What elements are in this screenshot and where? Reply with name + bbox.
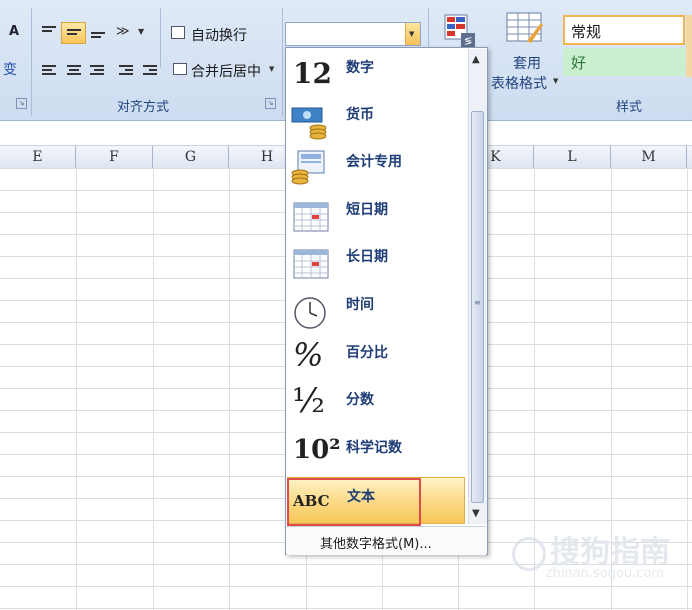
chevron-down-icon: ▼	[269, 65, 275, 73]
align-bottom-button[interactable]	[86, 22, 110, 44]
svg-text:≶: ≶	[464, 36, 472, 47]
chevron-down-icon: ▼	[409, 30, 415, 38]
more-number-formats-link[interactable]: 其他数字格式(M)...	[287, 526, 486, 555]
calendar-icon	[293, 202, 329, 232]
align-right-button[interactable]	[85, 58, 109, 80]
calendar-icon	[293, 249, 329, 279]
increase-indent-icon	[143, 65, 157, 75]
format-item-label: 长日期	[346, 249, 388, 265]
format-item-label: 时间	[346, 297, 374, 313]
format-item-label: 科学记数	[346, 440, 402, 456]
format-as-table-button[interactable]: 套用 表格格式 ▼	[490, 10, 560, 92]
align-top-button[interactable]	[37, 22, 61, 44]
orientation-icon: ≫	[116, 24, 130, 39]
format-item-scientific[interactable]: 10² 科学记数	[287, 429, 465, 476]
style-good-tile[interactable]: 好	[563, 48, 685, 76]
column-header-f[interactable]: F	[76, 146, 153, 168]
format-item-label: 百分比	[346, 345, 388, 361]
scientific-icon: 10²	[293, 435, 341, 465]
text-orientation-button[interactable]: 变	[0, 58, 30, 80]
align-center-button[interactable]	[61, 58, 85, 80]
highlight-box	[287, 478, 421, 526]
align-left-button[interactable]	[37, 58, 61, 80]
format-item-fraction[interactable]: ½ 分数	[287, 381, 465, 428]
merge-center-label: 合并后居中	[191, 64, 261, 80]
accounting-icon	[291, 150, 325, 185]
align-middle-icon	[67, 29, 81, 39]
format-item-number[interactable]: 12 数字	[287, 49, 465, 96]
chevron-down-icon: ▼	[138, 27, 145, 36]
format-item-label: 数字	[346, 60, 374, 76]
grip-icon: ≡	[474, 298, 481, 307]
format-item-time[interactable]: 时间	[287, 286, 465, 333]
format-item-label: 分数	[346, 392, 374, 408]
merge-center-icon	[173, 63, 187, 75]
align-middle-button[interactable]	[61, 22, 86, 44]
orientation-button[interactable]: ≫ ▼	[112, 22, 148, 44]
conditional-format-button[interactable]: ≶	[438, 10, 480, 50]
scroll-up-arrow-icon[interactable]: ▲	[472, 54, 480, 65]
style-normal-tile[interactable]: 常规	[563, 15, 685, 45]
format-item-currency[interactable]: 货币	[287, 96, 465, 143]
format-item-label: 货币	[346, 107, 374, 123]
dropdown-arrow-button[interactable]: ▼	[405, 23, 420, 45]
column-header-g[interactable]: G	[153, 146, 229, 168]
decrease-indent-icon	[119, 65, 133, 75]
percent-icon: %	[293, 336, 324, 374]
align-top-icon	[42, 26, 56, 36]
align-right-icon	[90, 65, 104, 75]
scrollbar-thumb[interactable]: ≡	[471, 111, 484, 503]
format-item-short-date[interactable]: 短日期	[287, 191, 465, 238]
chevron-down-icon: ▼	[553, 77, 559, 85]
sogou-logo-icon	[512, 536, 546, 571]
font-size-increase-label: A	[9, 24, 20, 39]
align-left-icon	[42, 65, 56, 75]
format-item-label: 会计专用	[346, 154, 402, 170]
wrap-text-icon	[171, 26, 185, 39]
grid-row-line	[0, 586, 692, 587]
merge-center-button[interactable]: 合并后居中 ▼	[168, 58, 278, 80]
number-format-combobox[interactable]: ▼	[285, 22, 421, 46]
font-dialog-launcher-icon[interactable]: ↘	[16, 98, 27, 109]
increase-indent-button[interactable]	[138, 58, 162, 80]
column-header-l[interactable]: L	[534, 146, 611, 168]
format-item-accounting[interactable]: 会计专用	[287, 143, 465, 190]
orientation-label: 变	[3, 62, 17, 78]
format-as-table-label-1: 套用	[513, 56, 541, 72]
scroll-down-arrow-icon[interactable]: ▼	[472, 508, 480, 519]
watermark-url: zhinan.sogou.com	[545, 566, 664, 581]
style-good-label: 好	[571, 54, 587, 72]
wrap-text-label: 自动换行	[191, 28, 247, 44]
format-as-table-label-2: 表格格式	[491, 76, 547, 92]
styles-group-label: 样式	[616, 100, 643, 115]
clock-icon	[294, 297, 326, 329]
column-header-e[interactable]: E	[0, 146, 76, 168]
font-size-increase-button[interactable]: A	[2, 22, 28, 44]
format-as-table-icon	[506, 12, 543, 43]
format-item-percentage[interactable]: % 百分比	[287, 334, 465, 381]
alignment-dialog-launcher-icon[interactable]: ↘	[265, 98, 276, 109]
decrease-indent-button[interactable]	[114, 58, 138, 80]
alignment-group-label: 对齐方式	[117, 100, 170, 115]
currency-icon	[291, 107, 327, 140]
wrap-text-button[interactable]: 自动换行	[168, 22, 252, 44]
column-header-m[interactable]: M	[611, 146, 687, 168]
conditional-format-icon: ≶	[444, 14, 475, 47]
more-number-formats-label: 其他数字格式(M)...	[320, 537, 432, 552]
dropdown-scrollbar[interactable]: ▲ ≡ ▼	[468, 49, 487, 524]
format-item-label: 短日期	[346, 202, 388, 218]
fraction-icon: ½	[292, 381, 325, 421]
watermark-brand: 搜狗指南	[512, 527, 670, 571]
number-12-icon: 12	[293, 57, 332, 90]
align-center-icon	[67, 65, 81, 75]
style-normal-label: 常规	[571, 23, 602, 41]
format-item-long-date[interactable]: 长日期	[287, 238, 465, 285]
align-bottom-icon	[91, 32, 105, 42]
grid-row-line	[0, 608, 692, 609]
